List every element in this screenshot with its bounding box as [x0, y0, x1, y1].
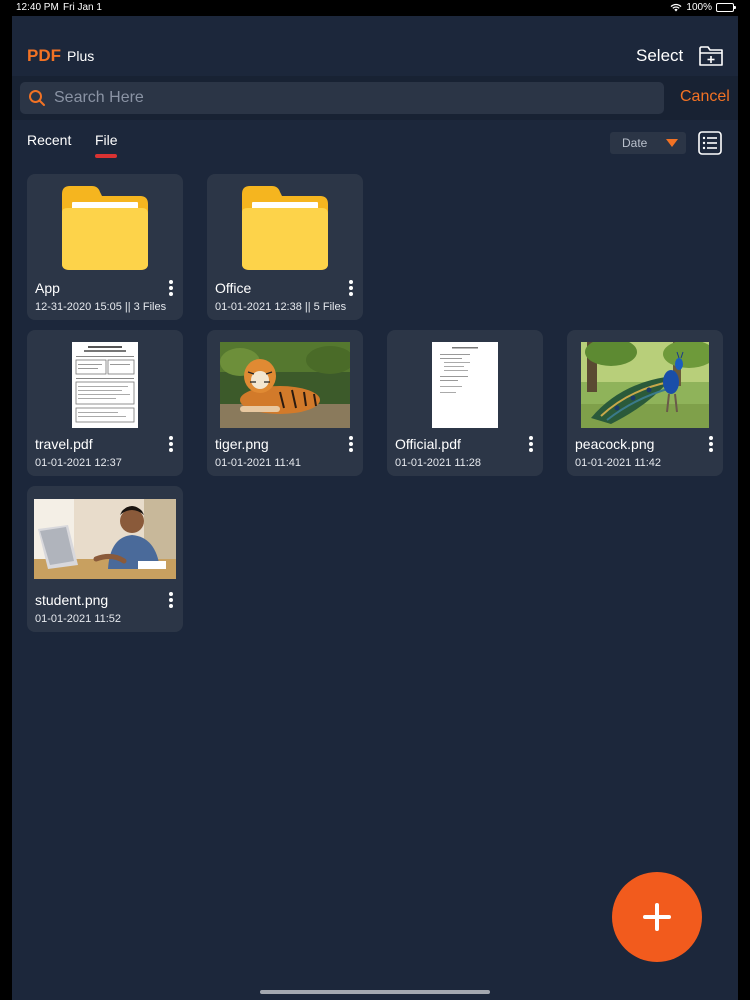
image-thumbnail: [220, 342, 350, 428]
item-name: student.png: [35, 592, 109, 608]
more-options-icon[interactable]: [347, 435, 355, 453]
cancel-button[interactable]: Cancel: [680, 88, 730, 106]
status-right: 100%: [670, 2, 736, 13]
more-options-icon[interactable]: [167, 279, 175, 297]
new-folder-icon[interactable]: [698, 42, 724, 68]
status-bar: 12:40 PM Fri Jan 1 100%: [0, 0, 750, 16]
app-logo: PDF: [27, 46, 61, 65]
tab-recent[interactable]: Recent: [27, 132, 71, 148]
select-button[interactable]: Select: [636, 46, 683, 66]
caret-down-icon: [666, 139, 678, 147]
folder-icon: [62, 186, 148, 270]
item-meta: 01-01-2021 11:41: [215, 457, 302, 469]
app-window: PDF Plus Select Cancel Recent File Date: [12, 16, 738, 1000]
item-meta: 12-31-2020 15:05 || 3 Files: [35, 301, 167, 313]
more-options-icon[interactable]: [527, 435, 535, 453]
item-name: tiger.png: [215, 436, 269, 452]
tab-active-indicator: [95, 154, 117, 158]
item-name: Office: [215, 280, 252, 296]
item-name: App: [35, 280, 60, 296]
item-meta: 01-01-2021 12:38 || 5 Files: [215, 301, 347, 313]
more-options-icon[interactable]: [707, 435, 715, 453]
image-thumbnail: [34, 499, 176, 579]
item-name: travel.pdf: [35, 436, 93, 452]
folder-icon: [242, 186, 328, 270]
search-box[interactable]: [20, 82, 664, 114]
file-card[interactable]: Official.pdf 01-01-2021 11:28: [387, 330, 543, 476]
search-icon: [29, 90, 45, 106]
pdf-thumbnail: [432, 342, 498, 428]
home-indicator[interactable]: [260, 990, 490, 994]
folder-card[interactable]: Office 01-01-2021 12:38 || 5 Files: [207, 174, 363, 320]
more-options-icon[interactable]: [167, 435, 175, 453]
item-name: peacock.png: [575, 436, 655, 452]
pdf-thumbnail: [72, 342, 138, 428]
header: PDF Plus Select: [12, 16, 738, 76]
more-options-icon[interactable]: [167, 591, 175, 609]
tab-file[interactable]: File: [95, 132, 118, 148]
file-card[interactable]: tiger.png 01-01-2021 11:41: [207, 330, 363, 476]
sort-label: Date: [622, 136, 648, 150]
add-button[interactable]: [612, 872, 702, 962]
more-options-icon[interactable]: [347, 279, 355, 297]
item-name: Official.pdf: [395, 436, 461, 452]
item-meta: 01-01-2021 11:28: [395, 457, 482, 469]
battery-percent: 100%: [686, 2, 712, 13]
battery-icon: [716, 3, 736, 12]
app-logo-sub: Plus: [67, 48, 95, 64]
item-meta: 01-01-2021 12:37: [35, 457, 122, 469]
search-input[interactable]: [54, 87, 644, 109]
item-meta: 01-01-2021 11:42: [575, 457, 662, 469]
search-bar: Cancel: [12, 76, 738, 120]
item-meta: 01-01-2021 11:52: [35, 613, 122, 625]
wifi-icon: [670, 3, 682, 12]
status-time: 12:40 PM: [16, 2, 59, 13]
file-card[interactable]: peacock.png 01-01-2021 11:42: [567, 330, 723, 476]
file-card[interactable]: travel.pdf 01-01-2021 12:37: [27, 330, 183, 476]
folder-card[interactable]: App 12-31-2020 15:05 || 3 Files: [27, 174, 183, 320]
status-date: Fri Jan 1: [63, 2, 102, 13]
file-card[interactable]: student.png 01-01-2021 11:52: [27, 486, 183, 632]
sort-dropdown[interactable]: Date: [610, 132, 686, 154]
image-thumbnail: [581, 342, 709, 428]
list-view-icon[interactable]: [698, 131, 722, 155]
